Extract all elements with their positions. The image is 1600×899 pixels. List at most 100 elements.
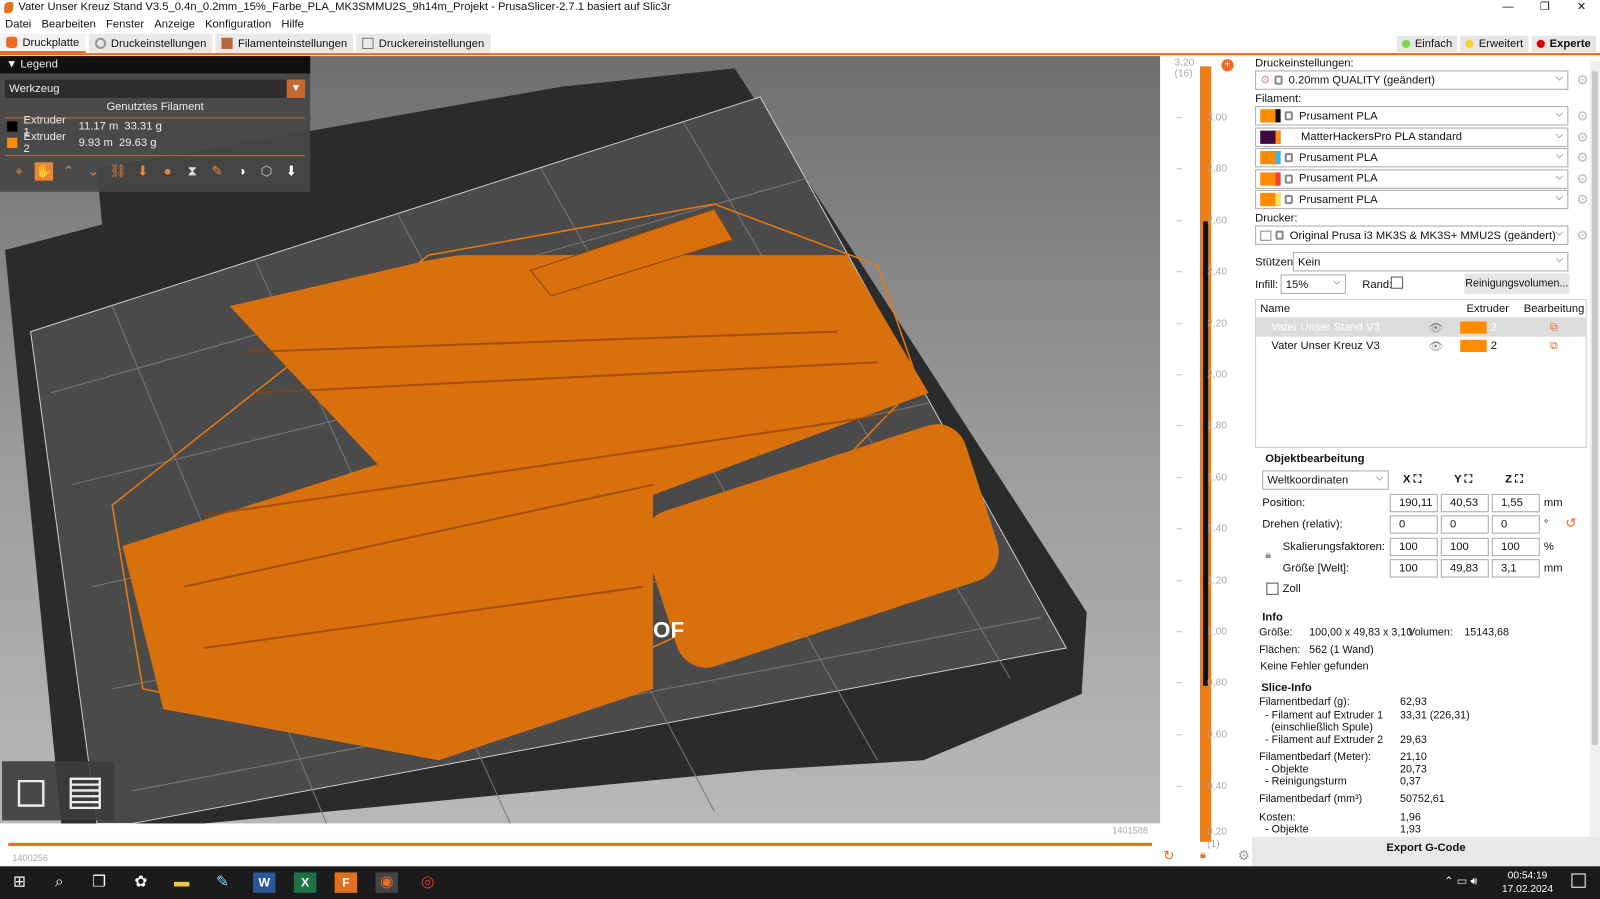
purge-volumes-button[interactable]: Reinigungsvolumen... [1464,273,1570,294]
menu-fenster[interactable]: Fenster [101,16,149,33]
edit-printer-icon[interactable]: ⚙ [1577,228,1589,244]
minimize-button[interactable]: — [1490,0,1527,14]
vertical-layer-slider[interactable]: 3,20 (16) + 3,00 2,80 2,60 2,40 2,20 2,00 1,80… [1160,56,1253,867]
file-explorer-icon[interactable]: ▬ [170,872,192,892]
tab-druckeinstellungen[interactable]: Druckeinstellungen [88,33,213,54]
task-view-icon[interactable]: ❐ [88,872,110,892]
menu-konfiguration[interactable]: Konfiguration [200,16,276,33]
manip-x-field[interactable]: 0 [1389,515,1438,534]
center-of-gravity-icon[interactable]: ◑ [233,162,251,180]
manip-x-field[interactable]: 100 [1389,537,1438,556]
layer-range-bar[interactable] [1199,66,1212,842]
tab-druckereinstellungen[interactable]: Druckereinstellungen [356,33,491,54]
eye-icon[interactable]: 👁︎ [1419,339,1452,352]
windows-start-icon[interactable]: ⊞ [8,872,30,892]
view-type-dropdown[interactable]: Werkzeug ▼ [5,79,306,98]
filament-combo-1[interactable]: Prusament PLA ⌵ [1255,106,1569,126]
filament-combo-5[interactable]: Prusament PLA ⌵ [1255,189,1569,210]
object-row-kreuz[interactable]: Vater Unser Kreuz V3 👁︎ 2 ⧉ [1256,337,1586,355]
axis-z-label[interactable]: Z ⛶ [1505,473,1523,486]
object-row-stand[interactable]: Vater Unser Stand V3 👁︎ 2 ⧉ [1256,318,1586,337]
menu-bearbeiten[interactable]: Bearbeiten [36,16,101,33]
tab-filamenteinstellungen[interactable]: Filamenteinstellungen [215,33,354,54]
notes-app-icon[interactable]: ✎ [211,872,233,892]
preview-layers-icon[interactable]: ▤ [60,765,110,816]
retraction-icon[interactable]: ⌃ [60,162,78,180]
sidebar-scrollbar[interactable] [1589,61,1600,837]
eye-icon[interactable]: 👁︎ [1419,321,1452,334]
legend-header[interactable]: ▼ Legend [0,56,311,74]
menu-datei[interactable]: Datei [0,16,36,33]
manip-y-field[interactable]: 100 [1440,537,1489,556]
edit-settings-icon[interactable]: ⧉ [1523,339,1584,352]
edit-settings-icon[interactable]: ⧉ [1523,321,1584,334]
manip-y-field[interactable]: 0 [1440,515,1489,534]
chrome-icon[interactable]: ◎ [416,872,438,892]
supports-combo[interactable]: Kein ⌵ [1292,252,1569,272]
lock-icon[interactable]: 🔒︎ [1200,849,1206,862]
deretraction-icon[interactable]: ⌄ [84,162,102,180]
maximize-button[interactable]: ❐ [1527,0,1564,14]
manip-z-field[interactable]: 0 [1491,515,1540,534]
excel-icon[interactable]: X [293,872,317,893]
axis-y-label[interactable]: Y ⛶ [1454,473,1472,486]
reset-rotation-icon[interactable]: ↺ [1565,515,1576,531]
menu-hilfe[interactable]: Hilfe [276,16,309,33]
notifications-icon[interactable] [1571,873,1586,888]
axis-x-label[interactable]: X ⛶ [1403,473,1421,486]
manip-z-field[interactable]: 100 [1491,537,1540,556]
prusaslicer-taskbar-icon[interactable]: ◉ [375,872,398,893]
edit-filament-icon[interactable]: ⚙ [1577,192,1589,208]
revert-icon[interactable]: ↻ [1163,848,1174,864]
tool-change-icon[interactable]: ⬇ [134,162,152,180]
top-thumb-add-icon[interactable]: + [1221,59,1234,72]
inches-checkbox[interactable] [1266,582,1279,595]
scale-lock-icon[interactable]: 🔒︎ [1265,549,1271,562]
edit-filament-icon[interactable]: ⚙ [1577,150,1589,166]
app-icon[interactable]: ✿ [130,872,152,892]
word-icon[interactable]: W [253,872,276,893]
custom-gcode-icon[interactable]: ✎ [208,162,226,180]
clock[interactable]: 00:54:19 17.02.2024 [1502,869,1553,896]
manip-x-field[interactable]: 100 [1389,559,1438,578]
edit-preset-icon[interactable]: ⚙ [1577,72,1589,88]
infill-combo[interactable]: 15% ⌵ [1280,274,1346,294]
brim-checkbox[interactable] [1390,276,1404,289]
manip-y-field[interactable]: 40,53 [1440,493,1489,513]
settings-cog-icon[interactable]: ⚙ [1238,848,1250,864]
shells-icon[interactable]: ⬡ [258,162,276,180]
tool-marker-icon[interactable]: ⬇ [282,162,300,180]
manip-z-field[interactable]: 3,1 [1491,559,1540,578]
coordinates-combo[interactable]: Weltkoordinaten ⌵ [1262,470,1389,490]
seams-icon[interactable]: ⛓ [109,162,127,180]
tab-druckplatte[interactable]: Druckplatte [0,33,86,54]
edit-filament-icon[interactable]: ⚙ [1577,108,1589,124]
filament-combo-4[interactable]: Prusament PLA ⌵ [1255,168,1569,189]
mode-experte[interactable]: Experte [1531,35,1596,53]
manip-y-field[interactable]: 49,83 [1440,559,1489,578]
filament-combo-2[interactable]: MatterHackersPro PLA standard ⌵ [1255,127,1569,147]
color-change-icon[interactable]: ● [159,162,177,180]
printer-combo[interactable]: Original Prusa i3 MK3S & MK3S+ MMU2S (ge… [1255,225,1569,245]
tray-icons[interactable]: ⌃ ▭ 🔊︎ [1444,874,1477,888]
mode-erweitert[interactable]: Erweitert [1460,35,1529,53]
horizontal-slider[interactable]: 1401588 1400256 [0,823,1161,867]
3d-view-icon[interactable]: ◻ [6,765,56,816]
wipe-icon[interactable]: ✋ [34,162,53,181]
extruder-selector[interactable]: 2 [1452,321,1523,334]
manip-x-field[interactable]: 190,11 [1389,493,1438,513]
print-settings-combo[interactable]: ⚙ 0.20mm QUALITY (geändert) ⌵ [1255,70,1569,90]
mode-einfach[interactable]: Einfach [1396,35,1458,53]
extruder-selector[interactable]: 2 [1452,339,1523,353]
horizontal-slider-track[interactable] [8,842,1153,846]
pause-icon[interactable]: ⧗ [183,162,201,180]
manip-z-field[interactable]: 1,55 [1491,493,1540,513]
edit-filament-icon[interactable]: ⚙ [1577,171,1589,187]
fusion-icon[interactable]: F [334,872,358,893]
menu-anzeige[interactable]: Anzeige [149,16,200,33]
search-icon[interactable]: ⌕ [48,872,70,892]
edit-filament-icon[interactable]: ⚙ [1577,129,1589,145]
filament-combo-3[interactable]: Prusament PLA ⌵ [1255,147,1569,168]
export-gcode-button[interactable]: Export G-Code [1252,836,1600,867]
travel-icon[interactable]: ⌖ [10,162,28,180]
